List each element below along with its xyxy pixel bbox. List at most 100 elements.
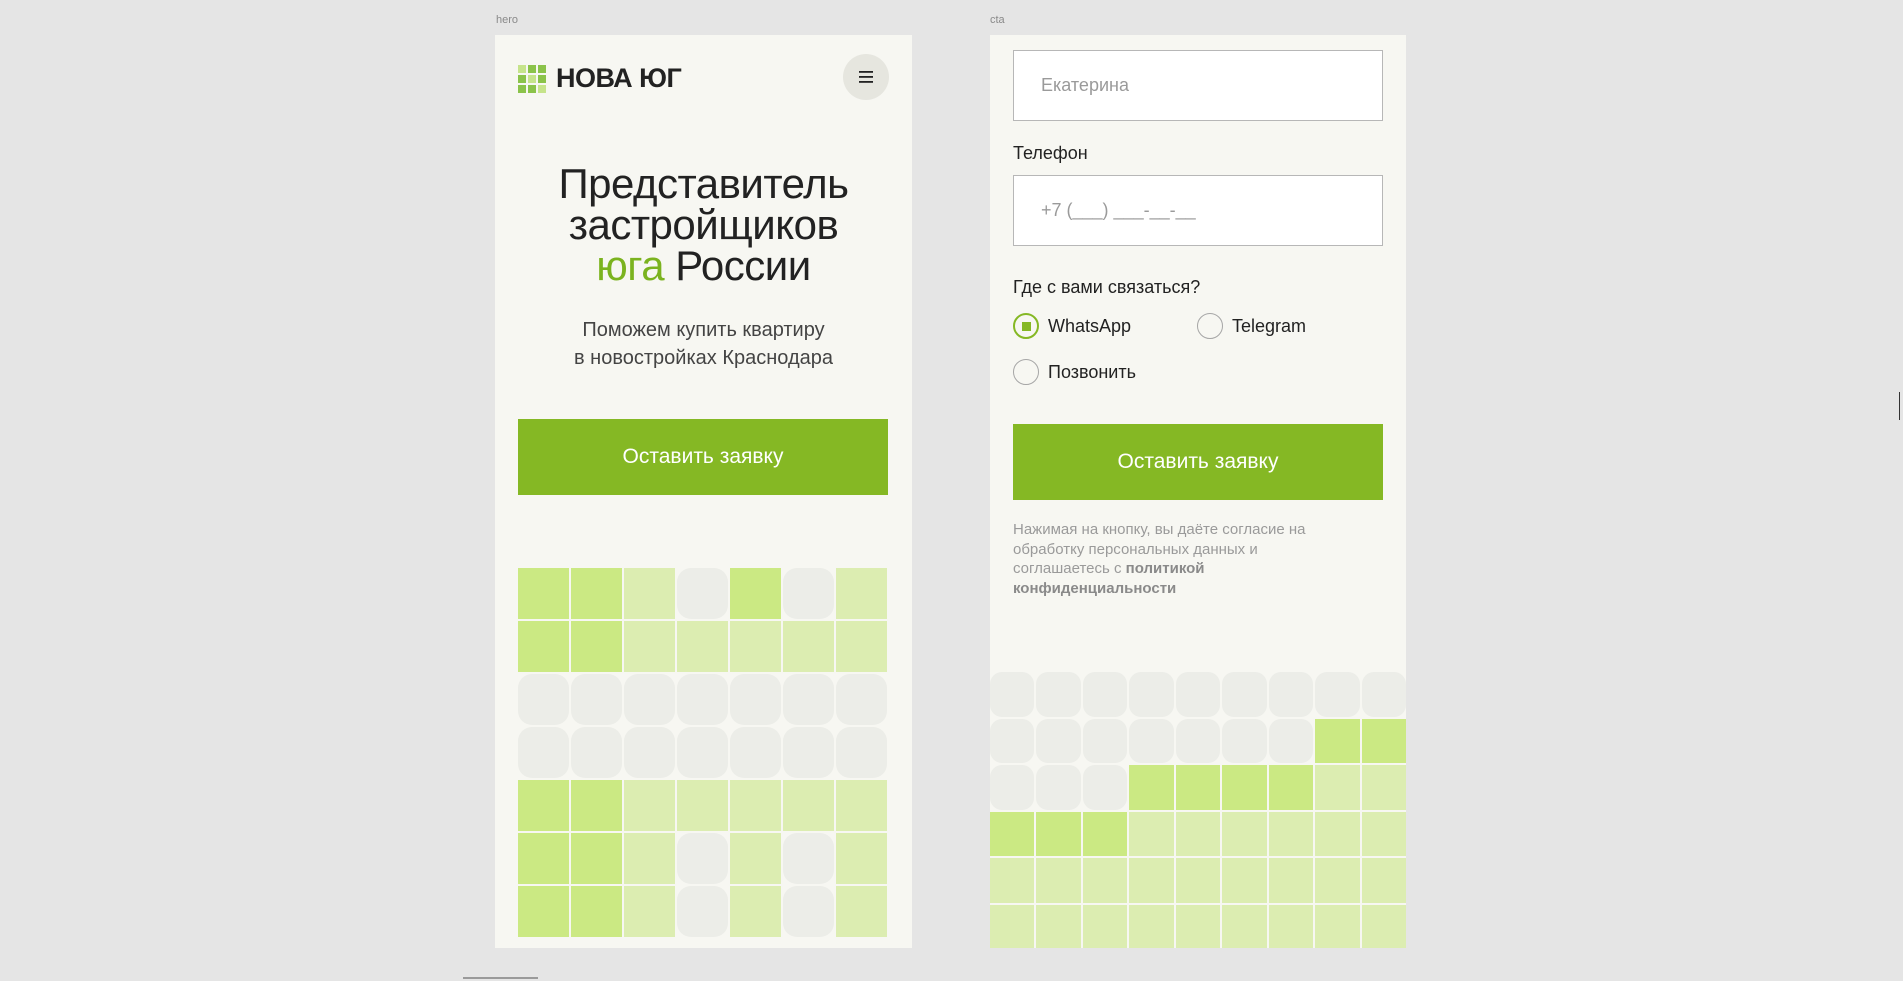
radio-button-call[interactable] (1013, 359, 1039, 385)
decor-tile (730, 886, 781, 937)
decor-tile (1129, 765, 1174, 810)
decor-tile (571, 621, 622, 672)
radio-button-whatsapp[interactable] (1013, 313, 1039, 339)
decor-tile (571, 886, 622, 937)
decor-tile (1315, 718, 1360, 763)
decor-tile (836, 727, 887, 778)
decor-tile (1222, 765, 1267, 810)
decor-tile (518, 621, 569, 672)
decor-tile (1222, 718, 1267, 763)
decor-tile (1315, 672, 1360, 717)
decor-tile (677, 621, 728, 672)
text-cursor-icon (1899, 392, 1903, 420)
logo-icon (518, 64, 546, 93)
contact-method-label: Где с вами связаться? (1013, 277, 1201, 297)
decor-tile (783, 568, 834, 619)
decor-tile (783, 780, 834, 831)
phone-input[interactable] (1013, 175, 1383, 246)
decor-tile (624, 568, 675, 619)
radio-option-telegram[interactable]: Telegram (1197, 313, 1306, 339)
decor-tile (677, 674, 728, 725)
decor-tile (1175, 811, 1221, 856)
decor-tile (1082, 672, 1128, 717)
decor-tile (518, 780, 569, 831)
decor-tile (624, 727, 675, 778)
decor-tile (677, 568, 728, 619)
phone-label: Телефон (1013, 143, 1088, 163)
cta-submit-button[interactable]: Оставить заявку (1013, 424, 1383, 500)
decor-tile (836, 568, 887, 619)
decor-tile (1082, 765, 1128, 810)
hero-title-line3: России (664, 242, 811, 289)
name-input[interactable] (1013, 50, 1383, 121)
decor-tile (1268, 718, 1314, 763)
decor-tile (1361, 718, 1406, 763)
decor-tile (990, 811, 1035, 856)
hero-decor-grid (518, 568, 888, 937)
decor-tile (1315, 858, 1360, 903)
hero-title-line1: Представитель (558, 160, 849, 207)
decor-tile (1036, 765, 1081, 810)
hero-submit-button[interactable]: Оставить заявку (518, 419, 888, 495)
logo[interactable]: НОВА ЮГ (518, 63, 682, 94)
hero-subtitle: Поможем купить квартиру в новостройках К… (495, 316, 912, 372)
decor-tile (1361, 765, 1406, 810)
frame-label-hero: hero (496, 14, 519, 26)
decor-tile (518, 674, 569, 725)
decor-tile (1175, 858, 1221, 903)
decor-tile (1175, 904, 1221, 948)
radio-label-telegram: Telegram (1232, 315, 1307, 336)
decor-tile (1082, 904, 1128, 948)
decor-tile (571, 727, 622, 778)
decor-tile (1129, 858, 1174, 903)
radio-button-telegram[interactable] (1197, 313, 1223, 339)
decor-tile (1315, 811, 1360, 856)
decor-tile (677, 727, 728, 778)
decor-tile (1129, 904, 1174, 948)
decor-tile (624, 833, 675, 884)
hamburger-icon (859, 71, 873, 83)
decor-tile (1036, 858, 1081, 903)
decor-tile (1036, 718, 1081, 763)
decor-tile (571, 568, 622, 619)
radio-label-whatsapp: WhatsApp (1048, 315, 1132, 336)
decor-tile (836, 674, 887, 725)
radio-option-call[interactable]: Позвонить (1013, 359, 1136, 385)
decor-tile (730, 568, 781, 619)
decor-tile (990, 672, 1035, 717)
hero-title: Представитель застройщиков юга России (495, 160, 912, 289)
decor-tile (1268, 765, 1314, 810)
decor-tile (1222, 858, 1267, 903)
decor-tile (783, 727, 834, 778)
decor-tile (783, 886, 834, 937)
decor-tile (1082, 718, 1128, 763)
decor-tile (783, 621, 834, 672)
decor-tile (677, 833, 728, 884)
hero-title-accent: юга (596, 242, 665, 289)
decor-tile (1036, 811, 1081, 856)
decor-tile (990, 765, 1035, 810)
decor-tile (1129, 811, 1174, 856)
radio-label-call: Позвонить (1048, 361, 1136, 382)
decor-tile (1222, 811, 1267, 856)
decor-tile (1361, 858, 1406, 903)
radio-option-whatsapp[interactable]: WhatsApp (1013, 313, 1131, 339)
decor-tile (836, 886, 887, 937)
decor-tile (1268, 858, 1314, 903)
decor-tile (1268, 672, 1314, 717)
decor-tile (1315, 904, 1360, 948)
decor-tile (1036, 904, 1081, 948)
decor-tile (1315, 765, 1360, 810)
menu-button[interactable] (843, 54, 889, 100)
decor-tile (730, 780, 781, 831)
decor-tile (1082, 811, 1128, 856)
hero-frame: НОВА ЮГ Представитель застройщиков юга Р… (495, 35, 912, 948)
decor-tile (571, 780, 622, 831)
decor-tile (1129, 718, 1174, 763)
decor-tile (1082, 858, 1128, 903)
logo-text: НОВА ЮГ (556, 63, 682, 93)
hero-title-line2: застройщиков (568, 201, 839, 248)
hero-subtitle-line1: Поможем купить квартиру (582, 319, 825, 341)
decor-tile (1361, 904, 1406, 948)
decor-tile (836, 833, 887, 884)
